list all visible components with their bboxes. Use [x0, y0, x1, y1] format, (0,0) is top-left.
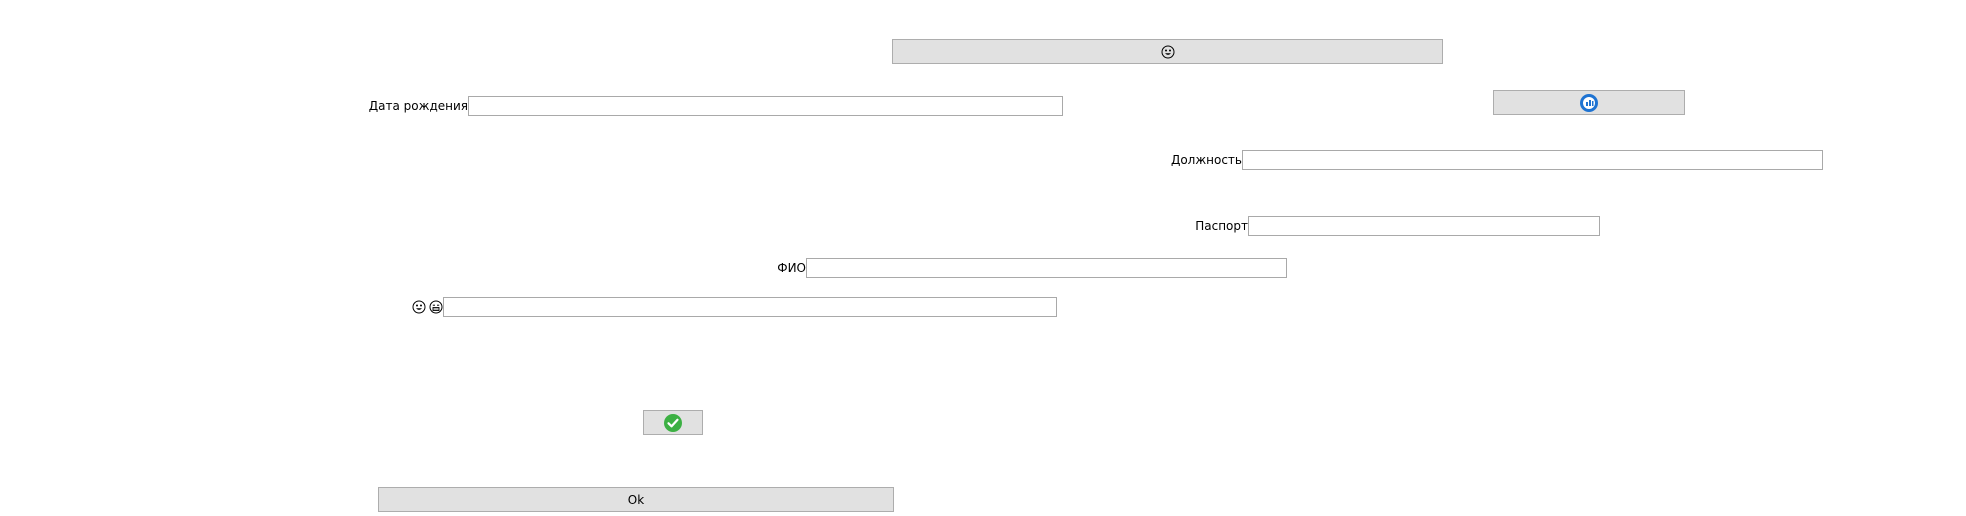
position-field[interactable] — [1242, 150, 1823, 170]
green-check-icon — [663, 413, 683, 433]
birth-date-label: Дата рождения — [368, 99, 468, 113]
passport-field[interactable] — [1248, 216, 1600, 236]
confirm-check-button[interactable] — [643, 410, 703, 435]
grin-face-icon — [429, 300, 443, 314]
birth-date-field[interactable] — [468, 96, 1063, 116]
smile-face-icon — [412, 300, 426, 314]
app-icon-button[interactable] — [1493, 90, 1685, 115]
position-label: Должность — [1170, 153, 1242, 167]
form-window: Дата рождения Должность Паспорт ФИО Ok — [0, 0, 1966, 516]
fio-field[interactable] — [806, 258, 1287, 278]
smile-face-icon — [1161, 45, 1175, 59]
emoji-top-button[interactable] — [892, 39, 1443, 64]
fio-label: ФИО — [777, 261, 806, 275]
emoji-field[interactable] — [443, 297, 1057, 317]
emoji-field-label — [400, 297, 443, 317]
blue-round-app-icon — [1579, 93, 1599, 113]
ok-button[interactable]: Ok — [378, 487, 894, 512]
passport-label: Паспорт — [1195, 219, 1248, 233]
